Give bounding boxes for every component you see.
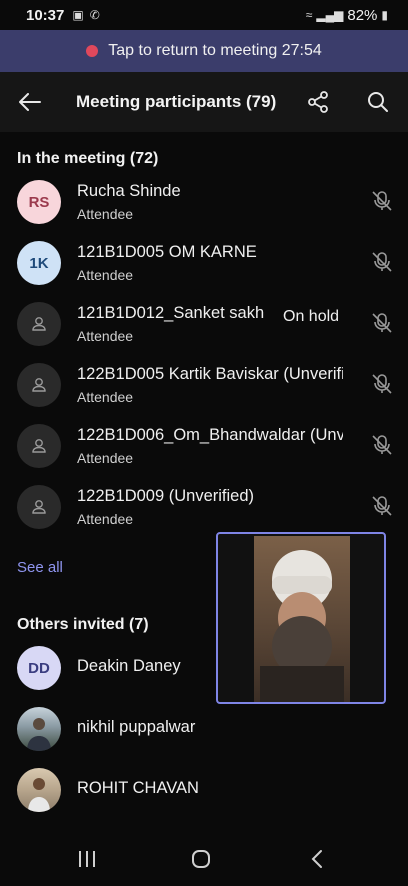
- in-meeting-section-title: In the meeting (72): [17, 150, 159, 167]
- participant-name: 121B1D012_Sanket sakh: [77, 304, 265, 322]
- back-arrow-icon: [19, 93, 41, 111]
- search-button[interactable]: [362, 86, 394, 118]
- participant-role: Attendee: [77, 267, 134, 283]
- mic-off-icon: [372, 435, 392, 455]
- avatar: RS: [17, 180, 61, 224]
- status-time: 10:37: [26, 6, 65, 24]
- return-to-meeting-banner[interactable]: Tap to return to meeting 27:54: [0, 30, 408, 72]
- avatar: DD: [17, 646, 61, 690]
- person-icon: [32, 439, 46, 453]
- person-icon: [32, 500, 46, 514]
- avatar: [17, 768, 61, 812]
- status-bar: 10:37 ▣ ✆ ≈ ▂▄▆ 82% ▮: [0, 0, 408, 30]
- participant-row[interactable]: 121B1D012_Sanket sakh Attendee On hold: [0, 293, 408, 354]
- system-nav-bar: [0, 830, 408, 886]
- on-hold-status: On hold: [283, 308, 340, 325]
- participant-role: Attendee: [77, 389, 134, 405]
- participant-role: Attendee: [77, 450, 134, 466]
- share-icon: [308, 91, 328, 113]
- participant-row[interactable]: 122B1D006_Om_Bhandwaldar (Unverified) At…: [0, 415, 408, 476]
- video-feed: [254, 536, 350, 702]
- battery-level: 82%: [347, 6, 378, 24]
- home-button[interactable]: [186, 844, 216, 874]
- participant-name: 122B1D009 (Unverified): [77, 487, 255, 505]
- participant-name: Rucha Shinde: [77, 182, 181, 200]
- participant-row[interactable]: RS Rucha Shinde Attendee: [0, 171, 408, 232]
- avatar: [17, 302, 61, 346]
- avatar: 1K: [17, 241, 61, 285]
- mic-off-icon: [372, 191, 392, 211]
- participant-name: 121B1D005 OM KARNE: [77, 243, 257, 261]
- page-title: Meeting participants (79): [76, 92, 277, 111]
- avatar: [17, 363, 61, 407]
- floating-video-preview[interactable]: [216, 532, 386, 704]
- share-button[interactable]: [302, 86, 334, 118]
- signal-icon: ▂▄▆: [316, 8, 344, 22]
- mic-off-icon: [372, 496, 392, 516]
- recent-apps-button[interactable]: [72, 844, 102, 874]
- person-video-icon: [260, 550, 344, 702]
- invited-row[interactable]: ROHIT CHAVAN: [0, 759, 408, 820]
- others-invited-section-title: Others invited (7): [17, 616, 149, 633]
- recording-dot-icon: [86, 45, 99, 57]
- participant-row[interactable]: 122B1D005 Kartik Baviskar (Unverified) A…: [0, 354, 408, 415]
- see-all-link[interactable]: See all: [17, 559, 63, 576]
- avatar: [17, 707, 61, 751]
- person-photo-icon: [28, 778, 50, 812]
- app-header: Meeting participants (79): [0, 72, 408, 132]
- mic-off-icon: [372, 313, 392, 333]
- battery-icon: ▮: [381, 8, 388, 22]
- invited-row[interactable]: nikhil puppalwar: [0, 698, 408, 759]
- invited-name: nikhil puppalwar: [77, 718, 196, 736]
- participant-row[interactable]: 122B1D009 (Unverified) Attendee: [0, 476, 408, 537]
- participant-role: Attendee: [77, 206, 134, 222]
- person-icon: [32, 378, 46, 392]
- invited-name: ROHIT CHAVAN: [77, 779, 199, 797]
- participant-name: 122B1D005 Kartik Baviskar (Unverified): [77, 365, 343, 383]
- banner-text: Tap to return to meeting 27:54: [108, 42, 322, 59]
- person-icon: [32, 317, 46, 331]
- avatar: [17, 485, 61, 529]
- participant-role: Attendee: [77, 328, 134, 344]
- participant-row[interactable]: 1K 121B1D005 OM KARNE Attendee: [0, 232, 408, 293]
- person-photo-icon: [27, 718, 51, 751]
- participant-role: Attendee: [77, 511, 134, 527]
- gallery-icon: ▣: [72, 8, 84, 22]
- back-button[interactable]: [14, 86, 46, 118]
- mic-off-icon: [372, 252, 392, 272]
- system-back-button[interactable]: [302, 844, 332, 874]
- participant-name: 122B1D006_Om_Bhandwaldar (Unverified): [77, 426, 343, 444]
- avatar: [17, 424, 61, 468]
- mic-off-icon: [372, 374, 392, 394]
- home-icon: [192, 850, 210, 868]
- recent-apps-icon: [79, 851, 95, 867]
- chevron-left-icon: [311, 850, 322, 868]
- search-icon: [368, 92, 388, 112]
- wifi-icon: ≈: [305, 8, 313, 22]
- phone-icon: ✆: [89, 8, 100, 22]
